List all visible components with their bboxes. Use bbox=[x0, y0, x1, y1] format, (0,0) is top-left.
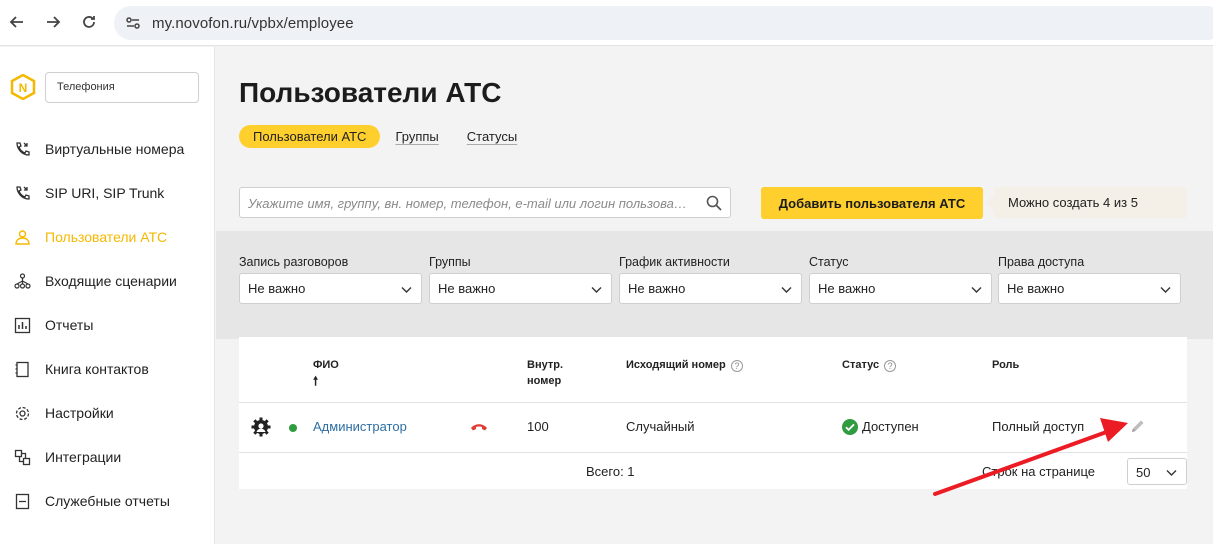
users-table: ФИО 🠕 Внутр. номер Исходящий номер ? Ста… bbox=[239, 337, 1187, 489]
column-header-outgoing: Исходящий номер ? bbox=[626, 357, 743, 373]
chevron-down-icon bbox=[1160, 287, 1171, 293]
hangup-phone-icon bbox=[471, 424, 487, 431]
sidebar-item-virtual-numbers[interactable]: Виртуальные номера bbox=[0, 135, 214, 163]
filter-schedule-select[interactable]: Не важно bbox=[619, 273, 802, 304]
main-content: Пользователи АТС Пользователи АТС Группы… bbox=[216, 47, 1213, 544]
role-text: Полный доступ bbox=[992, 419, 1085, 434]
divider bbox=[239, 452, 1187, 453]
report-icon bbox=[0, 317, 45, 334]
tab-pbx-users[interactable]: Пользователи АТС bbox=[239, 125, 381, 148]
total-count: Всего: 1 bbox=[586, 464, 635, 479]
tabs: Пользователи АТС Группы Статусы bbox=[239, 125, 545, 148]
sidebar-item-settings[interactable]: Настройки bbox=[0, 399, 214, 427]
filter-label: Права доступа bbox=[998, 255, 1085, 269]
outgoing-number: Случайный bbox=[626, 419, 695, 434]
help-icon[interactable]: ? bbox=[884, 360, 897, 372]
chevron-down-icon bbox=[781, 287, 792, 293]
site-settings-icon[interactable] bbox=[124, 14, 142, 32]
filter-recording: Запись разговоров Не важно bbox=[239, 255, 422, 304]
phone-forward-icon bbox=[0, 185, 45, 202]
phone-forward-icon bbox=[0, 141, 45, 158]
filters-panel: Запись разговоров Не важно Группы Не важ… bbox=[216, 231, 1213, 339]
sidebar-item-reports[interactable]: Отчеты bbox=[0, 311, 214, 339]
sidebar-item-incoming-scenarios[interactable]: Входящие сценарии bbox=[0, 267, 214, 295]
filter-status-select[interactable]: Не важно bbox=[809, 273, 992, 304]
filter-schedule: График активности Не важно bbox=[619, 255, 802, 304]
add-user-button[interactable]: Добавить пользователя АТС bbox=[761, 187, 983, 219]
filter-value: Не важно bbox=[438, 281, 496, 296]
rows-per-page-value: 50 bbox=[1136, 465, 1151, 480]
user-icon bbox=[0, 229, 45, 246]
search-input[interactable]: Укажите имя, группу, вн. номер, телефон,… bbox=[239, 187, 731, 218]
column-header-label: ФИО bbox=[313, 359, 339, 371]
page-title: Пользователи АТС bbox=[239, 77, 502, 108]
sidebar-item-integrations[interactable]: Интеграции bbox=[0, 443, 214, 471]
edit-pencil-icon[interactable] bbox=[1129, 418, 1146, 435]
filter-label: Статус bbox=[809, 255, 849, 269]
column-header-extension: Внутр. номер bbox=[527, 357, 563, 389]
divider bbox=[239, 402, 1187, 403]
filter-access-select[interactable]: Не важно bbox=[998, 273, 1181, 304]
search-placeholder: Укажите имя, группу, вн. номер, телефон,… bbox=[248, 196, 693, 211]
sidebar-item-contacts[interactable]: Книга контактов bbox=[0, 355, 214, 383]
filter-value: Не важно bbox=[818, 281, 876, 296]
tab-groups[interactable]: Группы bbox=[395, 129, 438, 144]
filter-value: Не важно bbox=[248, 281, 306, 296]
chevron-down-icon bbox=[971, 287, 982, 293]
filter-label: Запись разговоров bbox=[239, 255, 349, 269]
filter-value: Не важно bbox=[1007, 281, 1065, 296]
column-header-role: Роль bbox=[992, 357, 1019, 373]
filter-label: График активности bbox=[619, 255, 730, 269]
browser-toolbar: my.novofon.ru/vpbx/employee bbox=[0, 0, 1213, 46]
sort-arrow-up-icon: 🠕 bbox=[313, 374, 319, 388]
online-status-dot bbox=[289, 424, 297, 432]
filter-groups: Группы Не важно bbox=[429, 255, 612, 304]
svg-text:N: N bbox=[19, 81, 28, 95]
column-header-label: номер bbox=[527, 375, 562, 387]
admin-gear-icon bbox=[251, 417, 271, 437]
contacts-book-icon bbox=[0, 361, 45, 378]
url-text[interactable]: my.novofon.ru/vpbx/employee bbox=[152, 15, 354, 32]
column-header-status: Статус ? bbox=[842, 357, 897, 373]
user-name-link[interactable]: Администратор bbox=[313, 419, 407, 434]
tab-statuses[interactable]: Статусы bbox=[467, 129, 517, 144]
novofon-logo[interactable]: N bbox=[10, 74, 36, 100]
address-bar[interactable]: my.novofon.ru/vpbx/employee bbox=[114, 6, 1213, 40]
chevron-down-icon bbox=[401, 287, 412, 293]
product-select[interactable]: Телефония bbox=[45, 72, 199, 103]
sidebar: N Телефония Виртуальные номера SIP URI, … bbox=[0, 47, 215, 544]
sidebar-item-service-reports[interactable]: Служебные отчеты bbox=[0, 487, 214, 515]
help-icon[interactable]: ? bbox=[730, 360, 743, 372]
column-header-label: Статус bbox=[842, 359, 880, 371]
chevron-down-icon bbox=[1166, 470, 1177, 476]
integration-icon bbox=[0, 449, 45, 466]
rows-per-page-select[interactable]: 50 bbox=[1127, 458, 1187, 485]
check-circle-icon bbox=[842, 419, 858, 435]
column-header-label: Внутр. bbox=[527, 359, 564, 371]
service-report-icon bbox=[0, 493, 45, 510]
column-header-label: Роль bbox=[992, 359, 1020, 371]
forward-icon[interactable] bbox=[41, 10, 65, 34]
filter-groups-select[interactable]: Не важно bbox=[429, 273, 612, 304]
column-header-name[interactable]: ФИО 🠕 bbox=[313, 357, 339, 390]
search-icon[interactable] bbox=[706, 195, 722, 211]
gear-icon bbox=[0, 405, 45, 422]
extension-number: 100 bbox=[527, 419, 549, 434]
column-header-label: Исходящий номер bbox=[626, 359, 726, 371]
sidebar-item-pbx-users[interactable]: Пользователи АТС bbox=[0, 223, 214, 251]
back-icon[interactable] bbox=[5, 10, 29, 34]
rows-per-page-label: Строк на странице bbox=[982, 464, 1096, 479]
reload-icon[interactable] bbox=[77, 10, 101, 34]
scenario-tree-icon bbox=[0, 272, 45, 290]
sidebar-item-sip[interactable]: SIP URI, SIP Trunk bbox=[0, 179, 214, 207]
filter-value: Не важно bbox=[628, 281, 686, 296]
filter-recording-select[interactable]: Не важно bbox=[239, 273, 422, 304]
status-text: Доступен bbox=[862, 419, 919, 434]
filter-access-rights: Права доступа Не важно bbox=[998, 255, 1181, 304]
chevron-down-icon bbox=[591, 287, 602, 293]
user-limit-note: Можно создать 4 из 5 bbox=[986, 187, 1187, 218]
filter-label: Группы bbox=[429, 255, 471, 269]
filter-status: Статус Не важно bbox=[809, 255, 992, 304]
